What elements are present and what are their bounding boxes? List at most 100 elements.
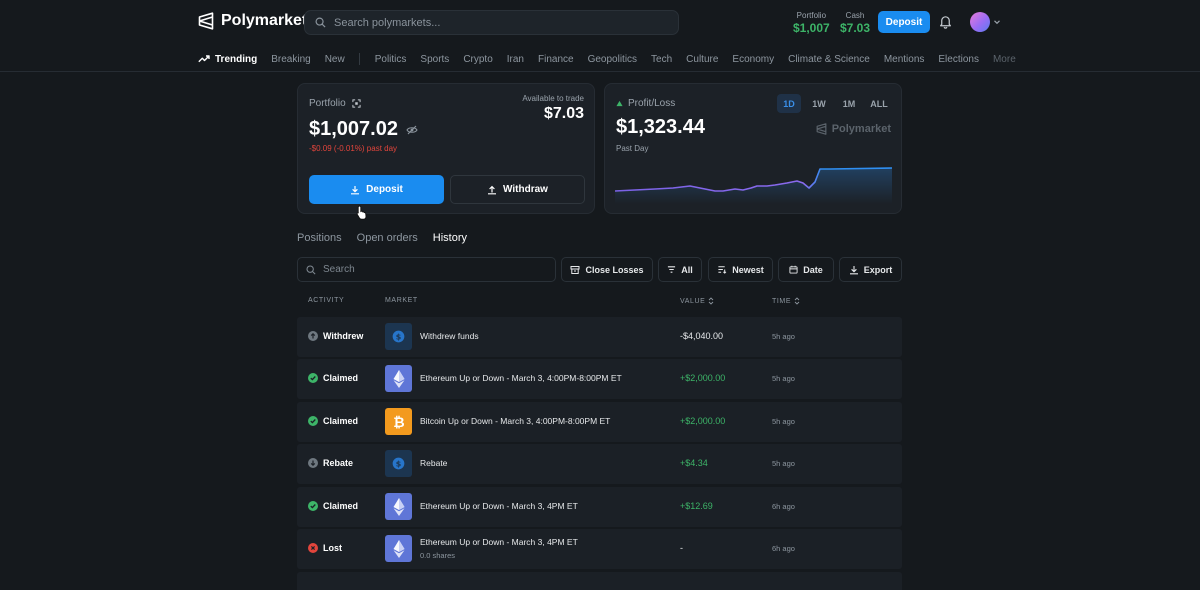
ethereum-icon bbox=[385, 535, 412, 562]
nav-item-finance[interactable]: Finance bbox=[538, 54, 574, 65]
profit-loss-chart bbox=[615, 167, 892, 204]
range-1w[interactable]: 1W bbox=[807, 94, 831, 113]
column-header-time-label: TIME bbox=[772, 297, 792, 305]
nav-item-tech[interactable]: Tech bbox=[651, 54, 672, 65]
polymarket-logo-icon bbox=[198, 12, 214, 30]
market-name[interactable]: Ethereum Up or Down - March 3, 4PM ET bbox=[420, 537, 578, 547]
check-circle-icon bbox=[308, 373, 318, 383]
triangle-up-icon bbox=[616, 100, 623, 107]
nav-item-mentions[interactable]: Mentions bbox=[884, 54, 925, 65]
nav-item-trending-label: Trending bbox=[215, 53, 258, 65]
tab-open-orders[interactable]: Open orders bbox=[357, 232, 418, 244]
time-cell: 5h ago bbox=[772, 374, 795, 383]
chevron-down-icon bbox=[994, 20, 1000, 25]
activity-label: Withdrew bbox=[323, 331, 364, 341]
table-row[interactable]: Claimed Ethereum Up or Down - March 3, 4… bbox=[297, 487, 902, 527]
nav-item-elections[interactable]: Elections bbox=[938, 54, 979, 65]
activity-cell: Lost bbox=[308, 543, 342, 553]
nav-item-iran[interactable]: Iran bbox=[507, 54, 524, 65]
withdraw-button[interactable]: Withdraw bbox=[450, 175, 585, 204]
column-header-time[interactable]: TIME bbox=[772, 297, 800, 305]
scan-icon[interactable] bbox=[352, 99, 361, 108]
global-search[interactable] bbox=[304, 10, 679, 35]
tab-positions[interactable]: Positions bbox=[297, 232, 342, 244]
check-circle-icon bbox=[308, 501, 318, 511]
sort-button[interactable]: Newest bbox=[708, 257, 773, 282]
value-cell: +$12.69 bbox=[680, 501, 713, 511]
time-cell: 5h ago bbox=[772, 459, 795, 468]
activity-label: Claimed bbox=[323, 373, 359, 383]
global-search-input[interactable] bbox=[334, 16, 664, 29]
market-name[interactable]: Withdrew funds bbox=[420, 331, 479, 341]
shares-count: 0.0 shares bbox=[420, 551, 456, 560]
notifications-button[interactable] bbox=[938, 14, 953, 32]
filter-icon bbox=[668, 266, 676, 273]
market-name[interactable]: Ethereum Up or Down - March 3, 4:00PM-8:… bbox=[420, 373, 622, 383]
profit-loss-value: $1,323.44 bbox=[616, 116, 705, 138]
svg-text:$: $ bbox=[396, 459, 401, 468]
watermark-text: Polymarket bbox=[831, 123, 891, 135]
export-button[interactable]: Export bbox=[839, 257, 902, 282]
nav-item-climate-science[interactable]: Climate & Science bbox=[788, 54, 870, 65]
column-header-market: MARKET bbox=[385, 297, 418, 304]
sort-icon bbox=[718, 266, 727, 274]
date-button[interactable]: Date bbox=[778, 257, 834, 282]
table-row[interactable]: Claimed Ethereum Up or Down - March 3, 4… bbox=[297, 359, 902, 399]
table-row[interactable]: Rebate $ Rebate +$4.34 5h ago bbox=[297, 444, 902, 484]
x-circle-icon bbox=[308, 543, 318, 553]
cash-stat[interactable]: Cash $7.03 bbox=[840, 11, 870, 35]
column-header-value-label: VALUE bbox=[680, 297, 706, 305]
deposit-button[interactable]: Deposit bbox=[309, 175, 444, 204]
nav-item-culture[interactable]: Culture bbox=[686, 54, 718, 65]
table-row[interactable] bbox=[297, 572, 902, 590]
nav-item-economy[interactable]: Economy bbox=[732, 54, 774, 65]
activity-cell: Claimed bbox=[308, 416, 358, 426]
history-search-input[interactable] bbox=[323, 264, 543, 275]
time-cell: 5h ago bbox=[772, 332, 795, 341]
table-row[interactable]: Withdrew $ Withdrew funds -$4,040.00 5h … bbox=[297, 317, 902, 357]
portfolio-stat[interactable]: Portfolio $1,007 bbox=[793, 11, 830, 35]
arrow-down-icon bbox=[308, 458, 318, 468]
column-header-activity: ACTIVITY bbox=[308, 297, 345, 304]
header-deposit-button[interactable]: Deposit bbox=[878, 11, 930, 33]
nav-item-breaking[interactable]: Breaking bbox=[271, 54, 310, 65]
portfolio-value-text: $1,007.02 bbox=[309, 118, 398, 140]
available-value: $7.03 bbox=[543, 105, 584, 122]
logo[interactable]: Polymarket bbox=[198, 12, 307, 30]
market-name[interactable]: Ethereum Up or Down - March 3, 4PM ET bbox=[420, 501, 578, 511]
portfolio-stat-label: Portfolio bbox=[796, 11, 827, 20]
market-name[interactable]: Bitcoin Up or Down - March 3, 4:00PM-8:0… bbox=[420, 416, 610, 426]
nav-item-sports[interactable]: Sports bbox=[420, 54, 449, 65]
history-search[interactable] bbox=[297, 257, 556, 282]
value-cell: - bbox=[680, 543, 683, 553]
range-1d[interactable]: 1D bbox=[777, 94, 801, 113]
polymarket-logo-icon bbox=[816, 123, 827, 135]
available-to-trade: Available to trade $7.03 bbox=[522, 94, 584, 123]
eye-off-icon[interactable] bbox=[406, 125, 418, 135]
range-all[interactable]: ALL bbox=[867, 94, 891, 113]
sort-toggle-icon bbox=[709, 297, 714, 305]
nav-item-geopolitics[interactable]: Geopolitics bbox=[588, 54, 637, 65]
table-row[interactable]: Claimed ₿ Bitcoin Up or Down - March 3, … bbox=[297, 402, 902, 442]
usdc-icon: $ bbox=[385, 450, 412, 477]
tab-history[interactable]: History bbox=[433, 232, 467, 244]
table-row[interactable]: Lost Ethereum Up or Down - March 3, 4PM … bbox=[297, 529, 902, 569]
available-label: Available to trade bbox=[522, 94, 584, 103]
calendar-icon bbox=[789, 265, 798, 274]
market-name[interactable]: Rebate bbox=[420, 458, 447, 468]
nav-item-new[interactable]: New bbox=[325, 54, 345, 65]
close-losses-button[interactable]: Close Losses bbox=[561, 257, 653, 282]
portfolio-card: Portfolio $1,007.02 -$0.09 (-0.01%) past… bbox=[297, 83, 595, 214]
nav-item-crypto[interactable]: Crypto bbox=[463, 54, 492, 65]
account-menu[interactable] bbox=[970, 12, 1001, 32]
filter-button[interactable]: All bbox=[658, 257, 702, 282]
svg-text:$: $ bbox=[396, 332, 401, 341]
activity-label: Rebate bbox=[323, 458, 354, 468]
column-header-value[interactable]: VALUE bbox=[680, 297, 714, 305]
nav-item-more[interactable]: More bbox=[993, 54, 1016, 65]
range-1m[interactable]: 1M bbox=[837, 94, 861, 113]
value-cell: +$4.34 bbox=[680, 458, 708, 468]
nav-item-trending[interactable]: Trending bbox=[198, 54, 257, 65]
activity-label: Claimed bbox=[323, 501, 359, 511]
nav-item-politics[interactable]: Politics bbox=[375, 54, 407, 65]
